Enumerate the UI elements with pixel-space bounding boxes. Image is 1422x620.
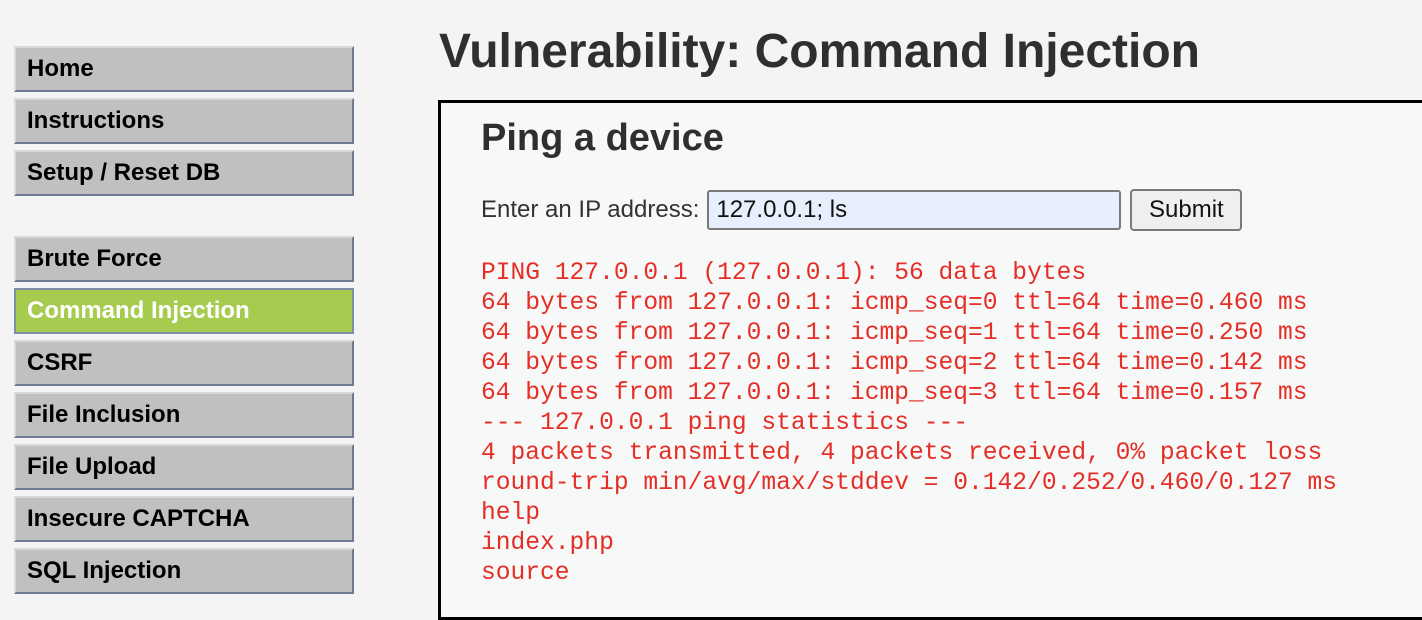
output-line: 64 bytes from 127.0.0.1: icmp_seq=1 ttl=…: [481, 320, 1308, 347]
menu-group-general: Home Instructions Setup / Reset DB: [14, 46, 354, 196]
menu-item-file-upload[interactable]: File Upload: [14, 444, 354, 490]
output-line: 64 bytes from 127.0.0.1: icmp_seq=2 ttl=…: [481, 350, 1308, 377]
menu-item-csrf[interactable]: CSRF: [14, 340, 354, 386]
output-line: source: [481, 560, 570, 587]
output-line: 64 bytes from 127.0.0.1: icmp_seq=3 ttl=…: [481, 380, 1308, 407]
command-output: PING 127.0.0.1 (127.0.0.1): 56 data byte…: [481, 259, 1337, 589]
output-line: --- 127.0.0.1 ping statistics ---: [481, 410, 969, 437]
output-line: 64 bytes from 127.0.0.1: icmp_seq=0 ttl=…: [481, 290, 1308, 317]
menu-item-setup-reset-db[interactable]: Setup / Reset DB: [14, 150, 354, 196]
vulnerable-code-area: Ping a device Enter an IP address: Submi…: [438, 100, 1422, 620]
output-line: index.php: [481, 530, 614, 557]
output-line: help: [481, 500, 541, 527]
menu-item-brute-force[interactable]: Brute Force: [14, 236, 354, 282]
output-line: 4 packets transmitted, 4 packets receive…: [481, 440, 1323, 467]
output-line: PING 127.0.0.1 (127.0.0.1): 56 data byte…: [481, 260, 1087, 287]
menu-item-instructions[interactable]: Instructions: [14, 98, 354, 144]
menu-item-home[interactable]: Home: [14, 46, 354, 92]
menu-item-file-inclusion[interactable]: File Inclusion: [14, 392, 354, 438]
page-title: Vulnerability: Command Injection: [439, 25, 1200, 78]
ping-form: Enter an IP address: Submit: [481, 189, 1243, 231]
output-line: round-trip min/avg/max/stddev = 0.142/0.…: [481, 470, 1338, 497]
sidebar-menu: Home Instructions Setup / Reset DB Brute…: [14, 46, 354, 600]
section-title: Ping a device: [481, 117, 724, 159]
ip-address-input[interactable]: [707, 190, 1122, 230]
menu-item-sql-injection[interactable]: SQL Injection: [14, 548, 354, 594]
submit-button[interactable]: Submit: [1130, 189, 1243, 231]
menu-item-insecure-captcha[interactable]: Insecure CAPTCHA: [14, 496, 354, 542]
menu-group-vulnerabilities: Brute Force Command Injection CSRF File …: [14, 236, 354, 594]
ip-address-label: Enter an IP address:: [481, 196, 700, 223]
menu-item-command-injection[interactable]: Command Injection: [14, 288, 354, 334]
